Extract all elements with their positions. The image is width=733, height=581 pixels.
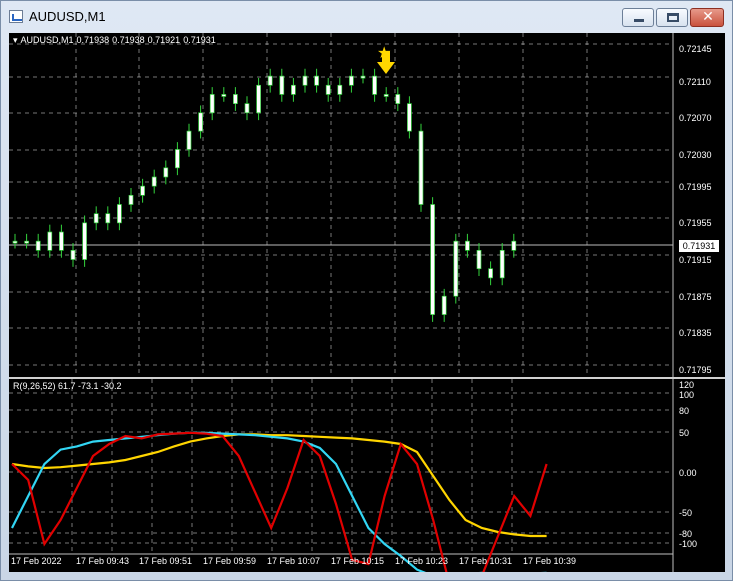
candle-body [279,75,285,95]
candle-body [360,75,366,79]
title-bar[interactable]: AUDUSD,M1 ✕ [1,1,732,33]
chart-canvas[interactable]: ★ [9,33,725,572]
time-label: 17 Feb 10:39 [523,556,577,566]
time-label: 17 Feb 10:15 [331,556,385,566]
candle-body [499,250,505,279]
maximize-button[interactable] [656,8,688,27]
high-value: 0.71938 [112,35,145,45]
time-label: 17 Feb 09:59 [203,556,257,566]
candle-body [24,240,29,244]
candle-body [93,213,99,224]
candle-body [209,94,215,114]
candle-body [407,103,412,132]
candle-body [256,84,261,114]
price-label: 0.71795 [679,365,712,375]
candle-body [198,112,203,132]
candle-body [12,240,18,244]
collapse-icon[interactable]: ▾ [13,35,18,45]
indicator-mid-line [11,431,547,572]
candle-body [418,130,424,205]
close-value: 0.71931 [183,35,216,45]
candle-body [395,94,401,104]
candle-body [244,103,250,114]
price-label: 0.71995 [679,182,712,192]
candle-body [175,149,180,169]
candle-body [221,94,227,97]
time-label: 17 Feb 09:43 [76,556,130,566]
close-icon: ✕ [702,9,714,25]
candle-body [59,231,64,251]
symbol-name: AUDUSD,M1 [20,35,74,45]
candle-body [151,176,157,187]
price-label: 0.72110 [679,77,711,87]
maximize-icon [667,13,679,22]
candle-body [267,75,273,86]
chart-area[interactable]: ★ ▾AUDUSD,M10.719380.719380.719210.71931… [9,33,725,572]
price-label: 0.71955 [679,218,712,228]
price-label: 0.71915 [679,255,712,265]
candle-body [105,213,111,224]
window-title: AUDUSD,M1 [29,9,106,24]
candle-body [383,94,389,97]
indicator-tick: 50 [679,428,690,438]
time-label: 17 Feb 10:31 [459,556,513,566]
candle-body [337,84,343,95]
close-button[interactable]: ✕ [690,8,724,27]
indicator-tick: -100 [679,539,698,549]
candle-body [476,250,482,270]
candle-body [488,268,493,279]
indicator-fast-line [11,431,548,572]
indicator-separator[interactable] [9,377,725,379]
minimize-button[interactable] [622,8,654,27]
time-label: 17 Feb 10:07 [267,556,321,566]
candle-body [302,75,308,86]
candle-body [140,185,145,196]
candle-body [349,75,354,86]
candle-body [82,222,87,260]
open-value: 0.71938 [76,35,110,45]
current-price-label: 0.71931 [679,240,719,252]
candle-body [35,240,41,251]
indicator-slow-line [11,433,547,538]
candle-body [117,204,122,224]
minimize-icon [634,19,644,22]
price-label: 0.72030 [679,150,712,160]
indicator-label: R(9,26,52) 61.7 -73.1 -30.2 [13,381,122,391]
chart-window: AUDUSD,M1 ✕ ★ ▾AUDUSD,M10.719380.719380.… [0,0,733,581]
price-label: 0.72145 [679,44,712,54]
candle-body [47,231,53,251]
candle-body [233,94,238,104]
candle-body [291,84,296,95]
candle-body [511,240,517,251]
time-label: 17 Feb 2022 [11,556,62,566]
price-label: 0.71835 [679,328,712,338]
candle-body [325,84,331,95]
time-label: 17 Feb 10:23 [395,556,449,566]
candle-body [163,167,169,178]
symbol-info: ▾ AUDUSD,M1 0.71938 0.71938 0.71921 0.71931 [13,35,219,46]
candle-body [430,204,435,315]
indicator-tick: 80 [679,406,690,416]
price-label: 0.71875 [679,292,712,302]
candle-body [314,75,319,86]
candle-body [453,240,459,297]
price-label: 0.72070 [679,113,712,123]
candle-body [70,250,76,260]
candle-body [465,240,470,251]
chart-window-icon [9,10,23,23]
indicator-tick: -80 [679,529,693,539]
indicator-tick: 0.00 [679,468,697,478]
low-value: 0.71921 [147,35,181,45]
candle-body [186,130,192,150]
indicator-tick: 120 [679,380,695,390]
time-label: 17 Feb 09:51 [139,556,193,566]
candle-body [128,194,134,205]
candle-body [372,75,377,95]
indicator-tick: -50 [679,508,693,518]
candle-body [441,295,447,315]
indicator-tick: 100 [679,390,695,400]
